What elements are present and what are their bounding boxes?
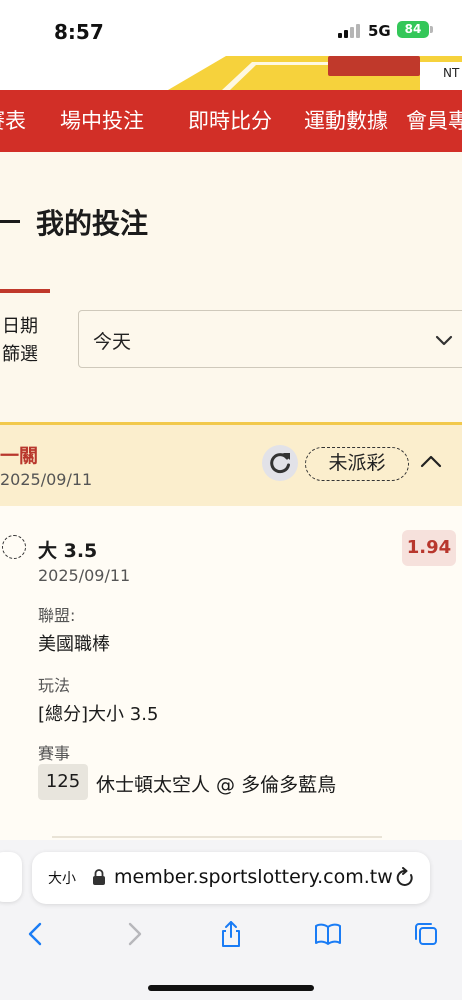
text-size-button[interactable]: 大小 — [48, 868, 76, 888]
date-filter-label: 日期篩選 — [2, 316, 38, 365]
address-bar[interactable]: 大小 member.sportslottery.com.tw — [32, 852, 430, 904]
nav-item-sports-data[interactable]: 運動數據 — [304, 90, 388, 152]
screen: 8:57 5G 84 NT 賽表 場中投注 即時比分 運動數據 會員專區 — [0, 0, 462, 1000]
nav-item-schedule[interactable]: 賽表 — [0, 90, 26, 152]
page-title: 我的投注 — [36, 207, 149, 240]
date-filter: 日期篩選 今天 — [0, 289, 462, 389]
league-value: 美國職棒 — [38, 634, 110, 655]
bet-date: 2025/09/11 — [0, 470, 93, 489]
play-value: [總分]大小 3.5 — [38, 704, 159, 725]
network-type: 5G — [368, 22, 391, 40]
bet-card-header[interactable]: 一關 2025/09/11 未派彩 — [0, 422, 462, 506]
status-time: 8:57 — [54, 20, 104, 44]
selection-date: 2025/09/11 — [38, 566, 131, 585]
cellular-signal-icon — [338, 24, 362, 38]
tabs-icon[interactable] — [412, 920, 440, 948]
status-bar: 8:57 5G 84 — [0, 0, 462, 56]
url-text[interactable]: member.sportslottery.com.tw — [114, 866, 393, 888]
home-indicator — [148, 985, 314, 991]
back-icon[interactable] — [22, 920, 50, 948]
banner-graphic — [168, 56, 462, 90]
status-badge: 未派彩 — [305, 447, 409, 481]
nav-item-live-scores[interactable]: 即時比分 — [188, 90, 272, 152]
selection-status-icon — [2, 535, 26, 559]
chevron-up-icon[interactable] — [420, 453, 442, 469]
odds-badge: 1.94 — [402, 530, 456, 566]
lock-icon — [93, 869, 105, 885]
bet-type: 一關 — [0, 445, 39, 467]
reload-icon[interactable] — [394, 867, 416, 889]
date-filter-value: 今天 — [93, 331, 132, 353]
play-label: 玩法 — [38, 676, 71, 695]
share-icon[interactable] — [217, 920, 245, 948]
battery-cap — [430, 26, 433, 33]
league-label: 聯盟: — [38, 606, 76, 625]
bet-detail: 大 3.5 2025/09/11 1.94 聯盟: 美國職棒 玩法 [總分]大小… — [0, 506, 462, 852]
previous-tab-peek[interactable] — [0, 852, 22, 902]
bookmarks-icon[interactable] — [314, 920, 342, 948]
main-content: 我的投注 日期篩選 今天 一關 2025/09/11 未派彩 大 3.5 202… — [0, 152, 462, 852]
event-number: 125 — [38, 764, 88, 800]
chevron-down-icon — [435, 335, 453, 346]
event-label: 賽事 — [38, 744, 71, 763]
site-banner: NT — [0, 56, 462, 90]
nav-item-member[interactable]: 會員專區 — [406, 90, 462, 152]
nav-item-live-betting[interactable]: 場中投注 — [60, 90, 144, 152]
date-filter-select[interactable]: 今天 — [78, 310, 462, 368]
selection-name: 大 3.5 — [38, 540, 98, 562]
battery-icon: 84 — [397, 21, 429, 38]
refresh-icon[interactable] — [262, 445, 298, 481]
title-accent — [0, 220, 20, 223]
banner-text: NT — [443, 66, 460, 80]
filter-accent — [0, 289, 50, 293]
browser-toolbar: 大小 member.sportslottery.com.tw — [0, 840, 462, 1000]
divider — [52, 836, 382, 838]
event-name: 休士頓太空人 @ 多倫多藍鳥 — [96, 774, 337, 796]
battery-level: 84 — [404, 22, 422, 36]
forward-icon[interactable] — [120, 920, 148, 948]
main-nav: 賽表 場中投注 即時比分 運動數據 會員專區 — [0, 90, 462, 152]
